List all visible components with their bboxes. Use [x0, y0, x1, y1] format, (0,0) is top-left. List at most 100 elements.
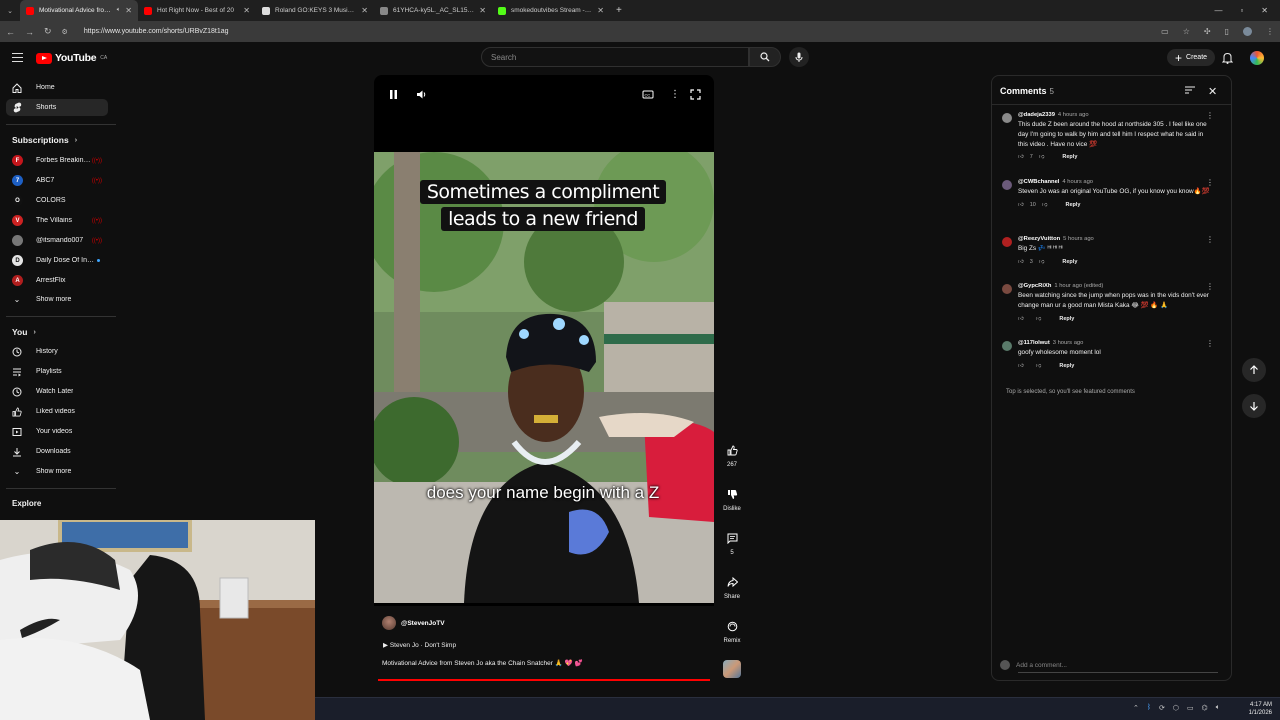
share-button[interactable]: Share: [721, 572, 743, 600]
comment-dislike-icon[interactable]: 👎︎: [1036, 363, 1042, 369]
more-options-icon[interactable]: ⋮: [670, 89, 680, 103]
maximize-icon[interactable]: ▫: [1240, 6, 1243, 15]
bluetooth-icon[interactable]: ᛒ: [1147, 704, 1151, 712]
sidebar-item-subscription[interactable]: O COLORS: [6, 192, 108, 209]
vpn-icon[interactable]: ⬡: [1173, 704, 1179, 712]
add-comment-input[interactable]: Add a comment...: [1016, 662, 1067, 669]
comment-author[interactable]: @dadeja2339: [1018, 112, 1055, 118]
tab-close-icon[interactable]: ✕: [125, 6, 132, 15]
comment-dislike-icon[interactable]: 👎︎: [1036, 316, 1042, 322]
sound-link[interactable]: ▶ Steven Jo · Don't Simp: [383, 641, 456, 649]
browser-tab[interactable]: Hot Right Now - Best of 20 ✕: [138, 0, 256, 21]
comment-time[interactable]: 3 hours ago: [1053, 340, 1084, 346]
url-field[interactable]: https://www.youtube.com/shorts/URBvZ18t1…: [78, 24, 1151, 39]
commenter-avatar[interactable]: [1002, 341, 1012, 351]
tab-close-icon[interactable]: ✕: [597, 6, 604, 15]
reply-button[interactable]: Reply: [1059, 363, 1074, 369]
fullscreen-button[interactable]: [690, 89, 701, 103]
reply-button[interactable]: Reply: [1062, 259, 1077, 265]
account-avatar[interactable]: [1250, 51, 1264, 65]
comment-time[interactable]: 4 hours ago: [1058, 112, 1089, 118]
comment-like-icon[interactable]: 👍︎: [1018, 202, 1024, 208]
update-icon[interactable]: ⟳: [1159, 704, 1165, 712]
comment-dislike-icon[interactable]: 👎︎: [1039, 154, 1045, 160]
browser-tab[interactable]: Roland GO:KEYS 3 Music Creati ✕: [256, 0, 374, 21]
sound-thumbnail[interactable]: [721, 660, 743, 678]
tab-close-icon[interactable]: ✕: [361, 6, 368, 15]
volume-tray-icon[interactable]: 🔈︎: [1216, 704, 1220, 712]
commenter-avatar[interactable]: [1002, 284, 1012, 294]
sidebar-item-subscription[interactable]: @itsmando007 ((•)): [6, 232, 108, 249]
browser-menu-icon[interactable]: ⋮: [1266, 27, 1274, 36]
comment-more-icon[interactable]: ⋮: [1206, 340, 1214, 348]
reply-button[interactable]: Reply: [1062, 154, 1077, 160]
youtube-logo[interactable]: YouTube CA: [36, 52, 107, 64]
playback-progress[interactable]: [378, 679, 710, 681]
channel-avatar[interactable]: [382, 616, 396, 630]
comment-time[interactable]: 4 hours ago: [1062, 179, 1093, 185]
new-tab-button[interactable]: +: [616, 5, 622, 16]
captions-button[interactable]: CC: [642, 89, 654, 103]
comment-like-icon[interactable]: 👍︎: [1018, 154, 1024, 160]
subscriptions-heading[interactable]: Subscriptions ›: [12, 135, 77, 145]
comment-like-icon[interactable]: 👍︎: [1018, 363, 1024, 369]
comment-author[interactable]: @ReezyVuitton: [1018, 236, 1060, 242]
commenter-avatar[interactable]: [1002, 113, 1012, 123]
sidebar-item-history[interactable]: History: [6, 343, 108, 360]
close-icon[interactable]: ✕: [1208, 85, 1217, 98]
sidebar-item-subscription[interactable]: A ArrestFlix: [6, 272, 108, 289]
system-clock[interactable]: 4:17 AM 1/1/2026: [1249, 701, 1272, 717]
close-window-icon[interactable]: ✕: [1261, 6, 1268, 15]
commenter-avatar[interactable]: [1002, 180, 1012, 190]
tab-audio-icon[interactable]: 🔈︎: [117, 7, 121, 14]
comment-time[interactable]: 1 hour ago (edited): [1054, 283, 1103, 289]
display-icon[interactable]: ▭: [1187, 704, 1194, 712]
extensions-icon[interactable]: ✣: [1204, 27, 1211, 36]
dislike-button[interactable]: Dislike: [721, 484, 743, 512]
browser-tab[interactable]: Motivational Advice from St 🔈︎ ✕: [20, 0, 138, 21]
sidebar-item-subscription[interactable]: D Daily Dose Of Int...: [6, 252, 108, 269]
sidebar-item-watch-later[interactable]: Watch Later: [6, 383, 108, 400]
comment-more-icon[interactable]: ⋮: [1206, 236, 1214, 244]
comment-author[interactable]: @GypcRiXh: [1018, 283, 1051, 289]
show-more-you[interactable]: ⌄ Show more: [6, 463, 108, 480]
site-info-icon[interactable]: ⚙: [62, 28, 68, 36]
sidebar-item-playlists[interactable]: Playlists: [6, 363, 108, 380]
bookmark-star-icon[interactable]: ☆: [1183, 27, 1190, 36]
browser-tab[interactable]: smokedoutvibes Stream - Watc ✕: [492, 0, 610, 21]
browser-tab[interactable]: 61YHCA-ky5L._AC_SL1500_.jpg ✕: [374, 0, 492, 21]
comment-more-icon[interactable]: ⋮: [1206, 112, 1214, 120]
video-description[interactable]: Motivational Advice from Steven Jo aka t…: [382, 659, 583, 667]
sidebar-item-liked-videos[interactable]: Liked videos: [6, 403, 108, 420]
sidebar-item-home[interactable]: Home: [6, 79, 108, 96]
volume-button[interactable]: [416, 89, 427, 103]
minimize-icon[interactable]: —: [1214, 6, 1222, 15]
cast-icon[interactable]: ▭: [1161, 27, 1169, 36]
video-frame[interactable]: Sometimes a compliment leads to a new fr…: [374, 152, 714, 603]
reply-button[interactable]: Reply: [1065, 202, 1080, 208]
comment-more-icon[interactable]: ⋮: [1206, 283, 1214, 291]
shorts-player[interactable]: CC ⋮ Sometimes a compliment leads to a n…: [374, 75, 714, 606]
pause-button[interactable]: [389, 89, 398, 103]
reload-icon[interactable]: ↻: [44, 26, 52, 37]
comment-time[interactable]: 5 hours ago: [1063, 236, 1094, 242]
sidebar-item-subscription[interactable]: V The Villains ((•)): [6, 212, 108, 229]
profile-icon[interactable]: [1243, 27, 1252, 36]
like-button[interactable]: 267: [721, 440, 743, 468]
comment-author[interactable]: @CWBchannel: [1018, 179, 1059, 185]
reply-button[interactable]: Reply: [1059, 316, 1074, 322]
tab-list-icon[interactable]: ⌄: [0, 7, 20, 15]
tab-close-icon[interactable]: ✕: [479, 6, 486, 15]
comment-like-icon[interactable]: 👍︎: [1018, 316, 1024, 322]
notifications-bell-icon[interactable]: [1222, 52, 1233, 64]
comments-button[interactable]: 5: [721, 528, 743, 556]
tray-chevron-icon[interactable]: ⌃: [1133, 704, 1139, 712]
sidebar-item-shorts[interactable]: Shorts: [6, 99, 108, 116]
comment-more-icon[interactable]: ⋮: [1206, 179, 1214, 187]
previous-short-button[interactable]: [1242, 358, 1266, 382]
sidebar-item-downloads[interactable]: Downloads: [6, 443, 108, 460]
sidebar-item-subscription[interactable]: F Forbes Breaking ... ((•)): [6, 152, 108, 169]
comment-dislike-icon[interactable]: 👎︎: [1042, 202, 1048, 208]
sidepanel-icon[interactable]: ▯: [1225, 27, 1229, 36]
channel-link[interactable]: @StevenJoTV: [382, 616, 445, 630]
